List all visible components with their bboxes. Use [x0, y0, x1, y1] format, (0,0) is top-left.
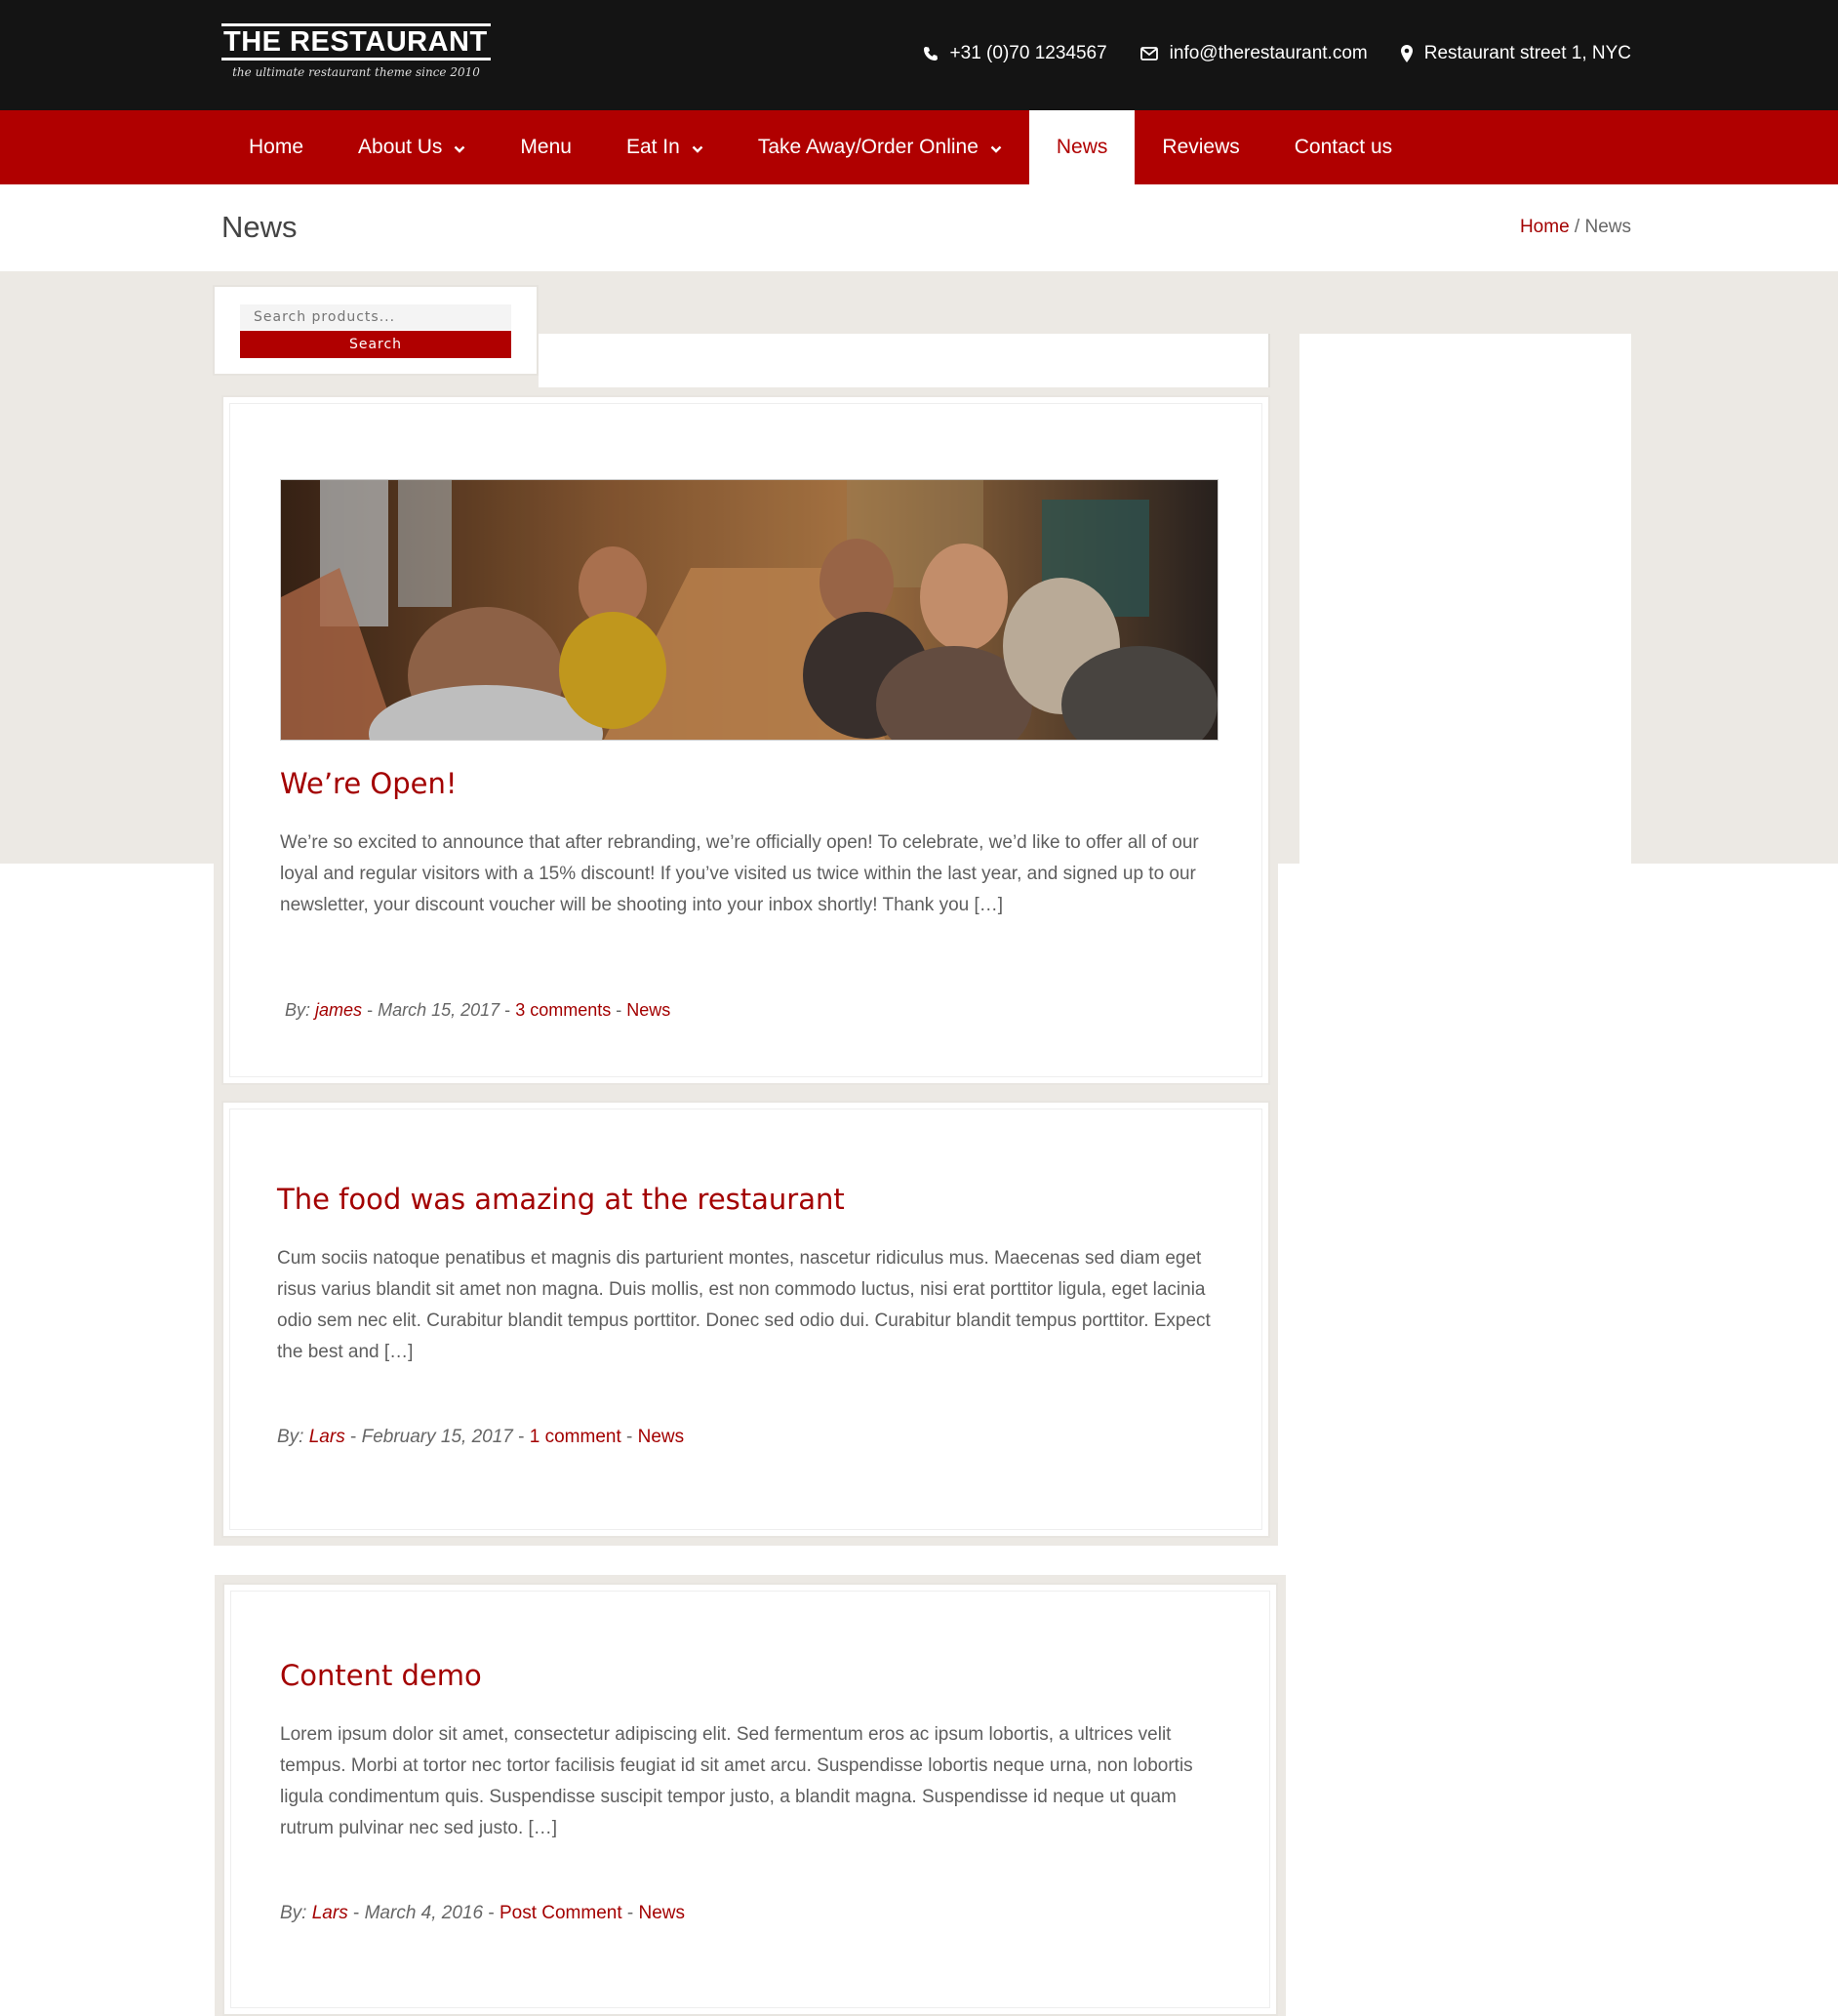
page-title: News — [221, 210, 298, 244]
sidebar — [1299, 334, 1631, 864]
meta-separator: - — [349, 1427, 357, 1447]
site-logo[interactable]: THE RESTAURANT the ultimate restaurant t… — [221, 23, 491, 79]
email-address: info@therestaurant.com — [1169, 43, 1368, 63]
main-nav: Home About Us Menu Eat In Take Away/Orde… — [0, 110, 1838, 184]
breadcrumb-separator: / — [1574, 217, 1580, 237]
meta-separator: - — [518, 1427, 525, 1447]
phone-icon — [923, 46, 939, 61]
post-excerpt: Cum sociis natoque penatibus et magnis d… — [277, 1248, 1211, 1362]
map-pin-icon — [1400, 45, 1413, 62]
nav-label: Reviews — [1162, 136, 1240, 158]
meta-separator: - — [626, 1427, 633, 1447]
post-excerpt: Lorem ipsum dolor sit amet, consectetur … — [280, 1724, 1193, 1838]
post-comments-link[interactable]: Post Comment — [499, 1903, 622, 1923]
nav-about-us[interactable]: About Us — [331, 110, 493, 184]
nav-menu[interactable]: Menu — [493, 110, 599, 184]
meta-separator: - — [616, 1000, 622, 1020]
post-category-link[interactable]: News — [639, 1903, 686, 1923]
post-category-link[interactable]: News — [638, 1427, 685, 1447]
meta-by-label: By: — [277, 1427, 304, 1447]
phone-number: +31 (0)70 1234567 — [949, 43, 1107, 63]
address-contact[interactable]: Restaurant street 1, NYC — [1400, 43, 1631, 64]
search-input[interactable] — [240, 304, 511, 330]
nav-contact-us[interactable]: Contact us — [1267, 110, 1419, 184]
meta-separator: - — [488, 1903, 495, 1923]
post-meta: By: Lars - March 4, 2016 - Post Comment … — [280, 1903, 685, 1924]
street-address: Restaurant street 1, NYC — [1423, 43, 1631, 63]
post-comments-link[interactable]: 1 comment — [530, 1427, 621, 1447]
page-header: News Home / News — [0, 184, 1838, 271]
post-title-link[interactable]: Content demo — [280, 1659, 482, 1692]
meta-by-label: By: — [285, 1000, 311, 1020]
nav-label: About Us — [358, 136, 443, 158]
post-featured-image[interactable] — [280, 479, 1219, 741]
post-author-link[interactable]: Lars — [312, 1903, 348, 1923]
nav-eat-in[interactable]: Eat In — [599, 110, 731, 184]
logo-tagline: the ultimate restaurant theme since 2010 — [232, 65, 480, 79]
post-comments-link[interactable]: 3 comments — [515, 1000, 611, 1020]
post-title-link[interactable]: The food was amazing at the restaurant — [277, 1183, 845, 1216]
breadcrumb: Home / News — [1520, 217, 1631, 238]
product-search-widget: Search — [213, 285, 539, 376]
nav-home[interactable]: Home — [221, 110, 331, 184]
meta-separator: - — [626, 1903, 634, 1923]
envelope-icon — [1139, 47, 1158, 60]
search-button[interactable]: Search — [240, 331, 511, 358]
post-excerpt: We’re so excited to announce that after … — [280, 832, 1199, 915]
post-date: March 4, 2016 — [364, 1903, 484, 1923]
meta-by-label: By: — [280, 1903, 307, 1923]
logo-title: THE RESTAURANT — [221, 23, 491, 60]
nav-label: News — [1056, 136, 1108, 158]
meta-separator: - — [352, 1903, 360, 1923]
meta-separator: - — [367, 1000, 374, 1020]
nav-news[interactable]: News — [1028, 110, 1136, 184]
nav-reviews[interactable]: Reviews — [1135, 110, 1266, 184]
post-title-link[interactable]: We’re Open! — [280, 767, 457, 800]
phone-contact[interactable]: +31 (0)70 1234567 — [923, 43, 1107, 64]
nav-label: Contact us — [1294, 136, 1393, 158]
nav-label: Menu — [520, 136, 572, 158]
nav-label: Home — [249, 136, 304, 158]
post-author-link[interactable]: Lars — [309, 1427, 345, 1447]
nav-take-away[interactable]: Take Away/Order Online — [731, 110, 1029, 184]
chevron-down-icon — [692, 136, 703, 159]
content-top-strip — [539, 334, 1270, 395]
breadcrumb-home-link[interactable]: Home — [1520, 217, 1570, 237]
post-date: February 15, 2017 — [361, 1427, 513, 1447]
chevron-down-icon — [990, 136, 1002, 159]
nav-label: Eat In — [625, 136, 680, 158]
breadcrumb-current: News — [1584, 217, 1631, 237]
post-author-link[interactable]: james — [315, 1000, 362, 1020]
post-meta: By: Lars - February 15, 2017 - 1 comment… — [277, 1427, 684, 1448]
contact-info: +31 (0)70 1234567 info@therestaurant.com… — [923, 43, 1631, 64]
top-bar: THE RESTAURANT the ultimate restaurant t… — [0, 0, 1838, 110]
post-category-link[interactable]: News — [626, 1000, 670, 1020]
post-meta: By: james - March 15, 2017 - 3 comments … — [285, 1000, 670, 1021]
email-contact[interactable]: info@therestaurant.com — [1139, 43, 1368, 64]
nav-label: Take Away/Order Online — [757, 136, 979, 158]
chevron-down-icon — [454, 136, 465, 159]
meta-separator: - — [504, 1000, 511, 1020]
post-date: March 15, 2017 — [378, 1000, 500, 1020]
